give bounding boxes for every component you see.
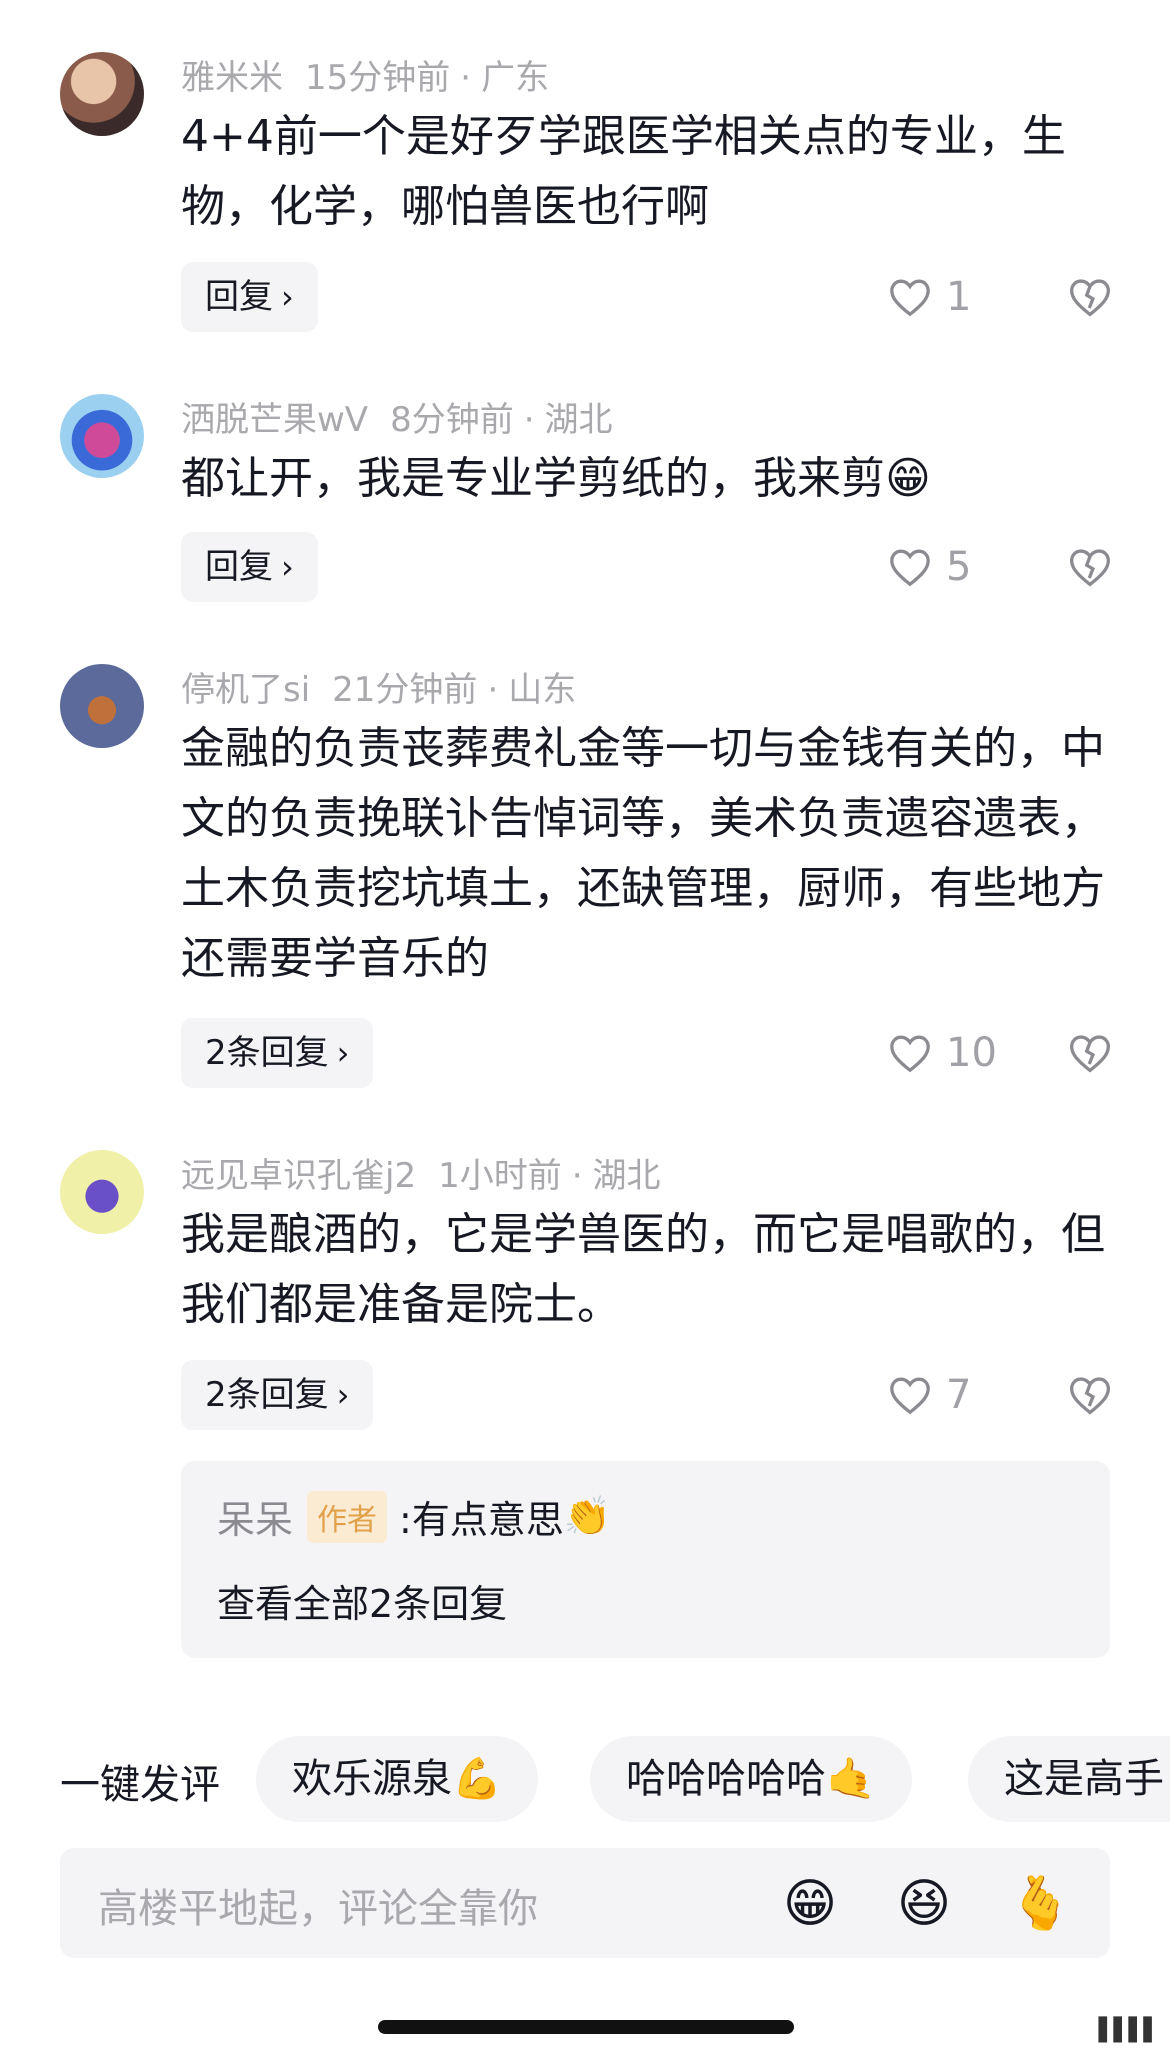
replies-button[interactable]: 2条回复 › [181, 1018, 374, 1088]
author-badge: 作者 [307, 1490, 388, 1543]
like-count: 1 [946, 274, 972, 320]
quick-comment-row: 一键发评 欢乐源泉💪 哈哈哈哈哈🤙 这是高手 [0, 1736, 1170, 1824]
heart-icon [890, 279, 930, 317]
dislike-button[interactable] [1068, 1018, 1112, 1088]
broken-heart-icon [1070, 279, 1110, 317]
view-all-replies-link[interactable]: 查看全部2条回复 [217, 1573, 507, 1628]
username[interactable]: 停机了si [181, 670, 310, 710]
avatar[interactable] [60, 664, 144, 748]
clap-emoji-icon: 👏 [563, 1494, 612, 1538]
watermark-icon: ▐▐▐▐ [1090, 2018, 1152, 2043]
comment-meta: 远见卓识孔雀j2 1小时前 · 湖北 [181, 1156, 661, 1196]
grin-emoji-icon: 😁 [885, 453, 931, 504]
chip-text: 欢乐源泉 [292, 1756, 452, 1802]
broken-heart-icon [1070, 1035, 1110, 1073]
like-count: 7 [946, 1372, 972, 1418]
like-count: 5 [946, 544, 972, 590]
avatar[interactable] [60, 52, 144, 136]
reply-label: 2条回复 [205, 1033, 329, 1073]
quick-comment-label: 一键发评 [60, 1762, 220, 1808]
avatar[interactable] [60, 394, 144, 478]
chip-text: 这是高手 [1004, 1756, 1164, 1802]
heart-icon [890, 1035, 930, 1073]
username[interactable]: 远见卓识孔雀j2 [181, 1156, 416, 1196]
broken-heart-icon [1070, 549, 1110, 587]
laugh-emoji-button[interactable]: 😆 [894, 1874, 954, 1934]
chevron-right-icon: › [336, 1376, 350, 1414]
home-indicator[interactable] [378, 2020, 794, 2034]
broken-heart-icon [1070, 1377, 1110, 1415]
dislike-button[interactable] [1068, 1360, 1112, 1430]
avatar[interactable] [60, 1150, 144, 1234]
username[interactable]: 洒脱芒果wV [181, 400, 368, 440]
username[interactable]: 雅米米 [181, 58, 283, 98]
comment-text: 都让开，我是专业学剪纸的，我来剪 [181, 453, 885, 504]
location: 山东 [508, 670, 577, 710]
timestamp: 8分钟前 [390, 400, 514, 440]
timestamp: 1小时前 [438, 1156, 562, 1196]
grin-emoji-button[interactable]: 😁 [780, 1874, 840, 1934]
reply-button[interactable]: 回复 › [181, 532, 318, 602]
reply-label: 回复 [205, 277, 273, 317]
comment-meta: 洒脱芒果wV 8分钟前 · 湖北 [181, 400, 613, 440]
comment-input[interactable]: 高楼平地起，评论全靠你 😁 😆 🫰 [60, 1848, 1110, 1958]
dislike-button[interactable] [1068, 532, 1112, 602]
author-reply-line: 呆呆 作者 :有点意思 👏 [217, 1489, 611, 1544]
reply-label: 2条回复 [205, 1375, 329, 1415]
chevron-right-icon: › [281, 278, 294, 316]
comment-text: 金融的负责丧葬费礼金等一切与金钱有关的，中文的负责挽联讣告悼词等，美术负责遗容遗… [181, 723, 1105, 984]
like-count: 10 [946, 1030, 997, 1076]
comment-text: 我是酿酒的，它是学兽医的，而它是唱歌的，但我们都是准备是院士。 [181, 1209, 1105, 1330]
reply-label: 回复 [205, 547, 273, 587]
quick-comment-chip[interactable]: 欢乐源泉💪 [256, 1736, 538, 1822]
like-button[interactable]: 1 [888, 262, 971, 332]
comment-text-wrap: 都让开，我是专业学剪纸的，我来剪😁 [181, 444, 1121, 514]
like-button[interactable]: 7 [888, 1360, 971, 1430]
finger-heart-emoji-button[interactable]: 🫰 [1008, 1874, 1073, 1934]
replies-button[interactable]: 2条回复 › [181, 1360, 374, 1430]
quick-comment-chip[interactable]: 哈哈哈哈哈🤙 [590, 1736, 912, 1822]
location: 湖北 [592, 1156, 661, 1196]
location: 湖北 [544, 400, 613, 440]
call-me-hand-emoji-icon: 🤙 [826, 1756, 876, 1802]
chevron-right-icon: › [336, 1034, 350, 1072]
author-reply-preview[interactable]: 呆呆 作者 :有点意思 👏 查看全部2条回复 [181, 1461, 1110, 1658]
comment-text: 4+4前一个是好歹学跟医学相关点的专业，生物，化学，哪怕兽医也行啊 [181, 111, 1066, 232]
quick-comment-chip[interactable]: 这是高手 [968, 1736, 1170, 1822]
comment-input-placeholder: 高楼平地起，评论全靠你 [98, 1886, 538, 1932]
like-button[interactable]: 10 [888, 1018, 997, 1088]
timestamp: 15分钟前 [305, 58, 451, 98]
comment-meta: 雅米米 15分钟前 · 广东 [181, 58, 550, 98]
location: 广东 [481, 58, 550, 98]
author-name[interactable]: 呆呆 [217, 1489, 293, 1544]
heart-icon [890, 549, 930, 587]
chevron-right-icon: › [281, 548, 294, 586]
comment-meta: 停机了si 21分钟前 · 山东 [181, 670, 577, 710]
timestamp: 21分钟前 [332, 670, 478, 710]
muscle-emoji-icon: 💪 [452, 1756, 502, 1802]
heart-icon [890, 1377, 930, 1415]
dislike-button[interactable] [1068, 262, 1112, 332]
like-button[interactable]: 5 [888, 532, 971, 602]
chip-text: 哈哈哈哈哈 [626, 1756, 826, 1802]
reply-button[interactable]: 回复 › [181, 262, 318, 332]
author-reply-text: :有点意思 [399, 1498, 564, 1542]
